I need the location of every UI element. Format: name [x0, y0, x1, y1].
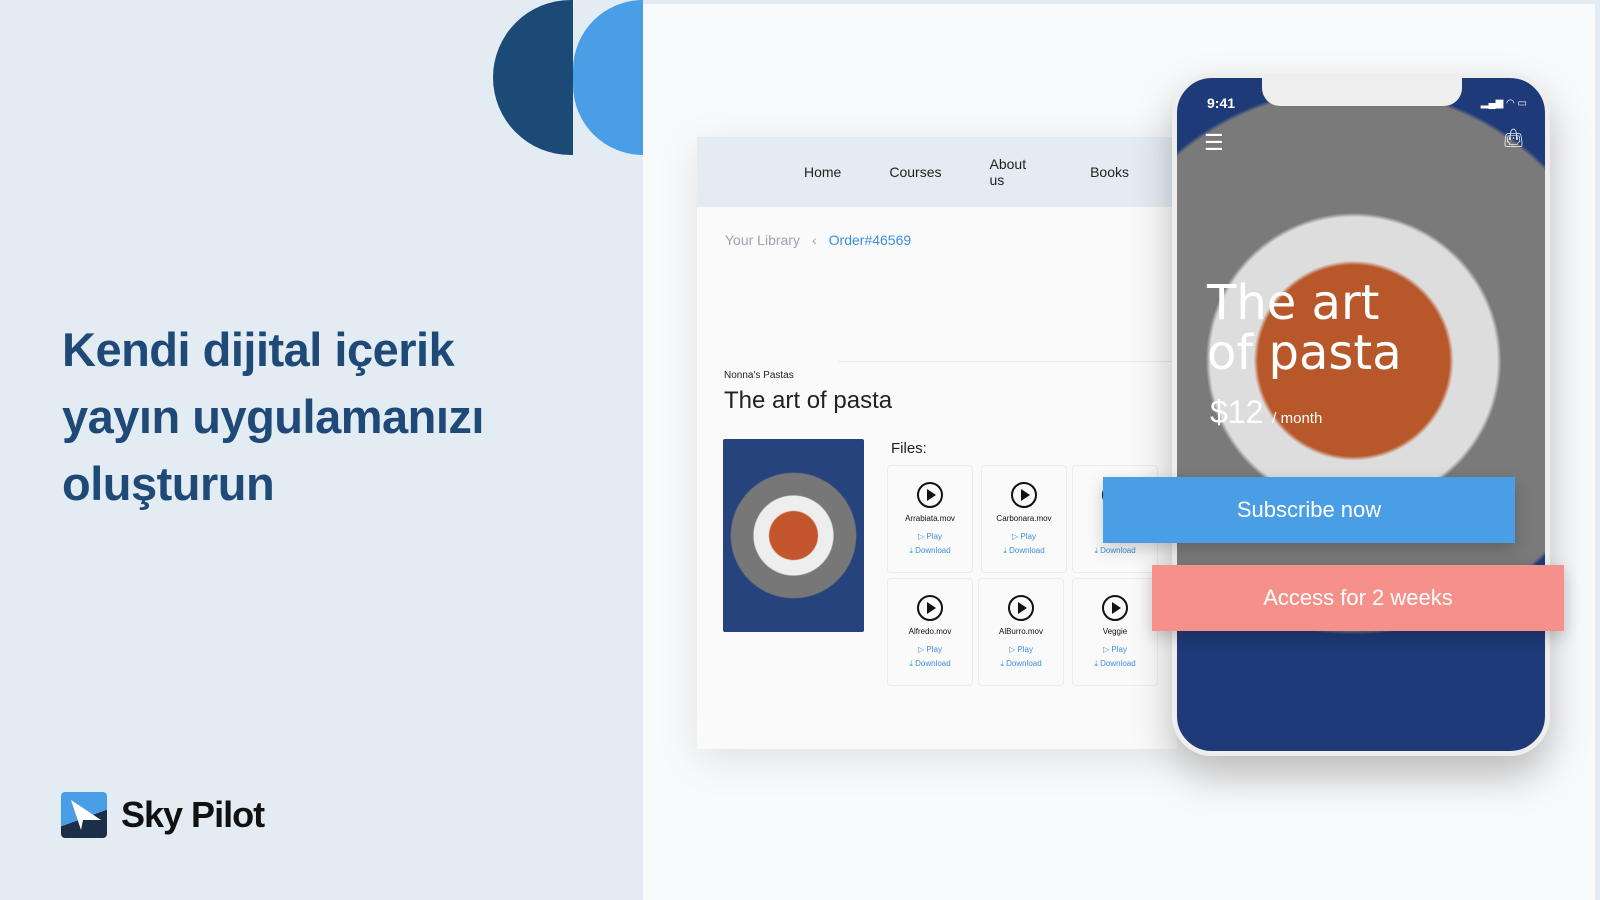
play-label: Play — [1020, 532, 1036, 541]
download-icon: ⤓ — [1094, 546, 1098, 555]
download-link[interactable]: ⤓ Download — [1073, 546, 1157, 556]
download-icon: ⤓ — [1003, 546, 1007, 555]
headline-line: yayın uygulamanızı — [62, 390, 484, 443]
headline-line: oluşturun — [62, 457, 275, 510]
decor-shape-dark — [493, 0, 573, 155]
decor-shape-light — [573, 0, 643, 155]
file-name: AlBurro.mov — [998, 627, 1043, 636]
download-label: Download — [1100, 659, 1136, 668]
files-label: Files: — [891, 440, 927, 457]
course-title: The art of pasta — [724, 387, 893, 414]
play-circle-icon[interactable] — [917, 482, 943, 508]
headline: Kendi dijital içerik yayın uygulamanızı … — [62, 316, 484, 517]
price-amount: $12 — [1210, 394, 1264, 430]
brand-logo: Sky Pilot — [61, 792, 265, 838]
phone-mockup: 9:41 ▂▄▆ ◠ ▭ ☰ 👜︎ The art of pasta $12 / … — [1172, 73, 1550, 756]
file-card: Carbonara.mov ▷ Play ⤓ Download — [981, 465, 1067, 573]
breadcrumb: Your Library ‹ Order#46569 — [725, 232, 911, 248]
price: $12 / month — [1210, 394, 1322, 431]
file-name: Carbonara.mov — [996, 514, 1052, 523]
title-line: The art — [1207, 275, 1380, 331]
phone-notch — [1262, 78, 1462, 106]
breadcrumb-current[interactable]: Order#46569 — [829, 232, 912, 248]
divider — [839, 361, 1177, 362]
download-icon: ⤓ — [1094, 659, 1098, 668]
download-label: Download — [1006, 659, 1042, 668]
play-circle-icon[interactable] — [917, 595, 943, 621]
breadcrumb-parent[interactable]: Your Library — [725, 232, 800, 248]
play-circle-icon[interactable] — [1008, 595, 1034, 621]
file-card: Arrabiata.mov ▷ Play ⤓ Download — [887, 465, 973, 573]
download-icon: ⤓ — [909, 659, 913, 668]
play-link[interactable]: ▷ Play — [979, 645, 1063, 654]
creator-name: Nonna's Pastas — [724, 370, 794, 381]
title-line: of pasta — [1207, 325, 1402, 381]
subscribe-button[interactable]: Subscribe now — [1103, 477, 1515, 543]
play-label: Play — [1017, 645, 1033, 654]
headline-line: Kendi dijital içerik — [62, 323, 455, 376]
web-app-window: Home Courses About us Books Your Library… — [697, 137, 1177, 749]
play-link[interactable]: ▷ Play — [1073, 645, 1157, 654]
download-label: Download — [1009, 546, 1045, 555]
file-name: Alfredo.mov — [908, 627, 952, 636]
download-icon: ⤓ — [1000, 659, 1004, 668]
download-link[interactable]: ⤓ Download — [888, 659, 972, 669]
play-label: Play — [1111, 645, 1127, 654]
file-card: Veggie ▷ Play ⤓ Download — [1072, 578, 1158, 686]
download-icon: ⤓ — [909, 546, 913, 555]
nav-about[interactable]: About us — [990, 156, 1043, 188]
play-circle-icon[interactable] — [1102, 595, 1128, 621]
file-name: Veggie — [1102, 627, 1128, 636]
file-card: Alfredo.mov ▷ Play ⤓ Download — [887, 578, 973, 686]
play-link[interactable]: ▷ Play — [888, 532, 972, 541]
phone-title: The art of pasta — [1207, 278, 1402, 378]
play-link[interactable]: ▷ Play — [888, 645, 972, 654]
file-name: Arrabiata.mov — [905, 514, 955, 523]
download-link[interactable]: ⤓ Download — [982, 546, 1066, 556]
download-label: Download — [915, 546, 951, 555]
download-link[interactable]: ⤓ Download — [1073, 659, 1157, 669]
download-label: Download — [915, 659, 951, 668]
play-label: Play — [926, 645, 942, 654]
shopping-bag-icon[interactable]: 👜︎ — [1502, 128, 1525, 149]
top-nav: Home Courses About us Books — [697, 137, 1177, 207]
hamburger-menu-icon[interactable]: ☰ — [1204, 130, 1224, 156]
chevron-left-icon: ‹ — [811, 232, 817, 248]
nav-books[interactable]: Books — [1090, 164, 1129, 180]
nav-home[interactable]: Home — [804, 164, 841, 180]
file-card: AlBurro.mov ▷ Play ⤓ Download — [978, 578, 1064, 686]
download-link[interactable]: ⤓ Download — [888, 546, 972, 556]
course-thumbnail — [723, 439, 864, 632]
download-link[interactable]: ⤓ Download — [979, 659, 1063, 669]
paper-plane-icon — [61, 792, 107, 838]
price-period: / month — [1272, 410, 1323, 427]
play-label: Play — [926, 532, 942, 541]
brand-name: Sky Pilot — [121, 794, 265, 835]
signal-wifi-battery-icon: ▂▄▆ ◠ ▭ — [1480, 98, 1527, 109]
hero-panel: Kendi dijital içerik yayın uygulamanızı … — [0, 0, 643, 900]
download-label: Download — [1100, 546, 1136, 555]
play-circle-icon[interactable] — [1011, 482, 1037, 508]
access-two-weeks-button[interactable]: Access for 2 weeks — [1152, 565, 1564, 631]
nav-courses[interactable]: Courses — [889, 164, 941, 180]
play-link[interactable]: ▷ Play — [982, 532, 1066, 541]
status-time: 9:41 — [1207, 95, 1236, 111]
